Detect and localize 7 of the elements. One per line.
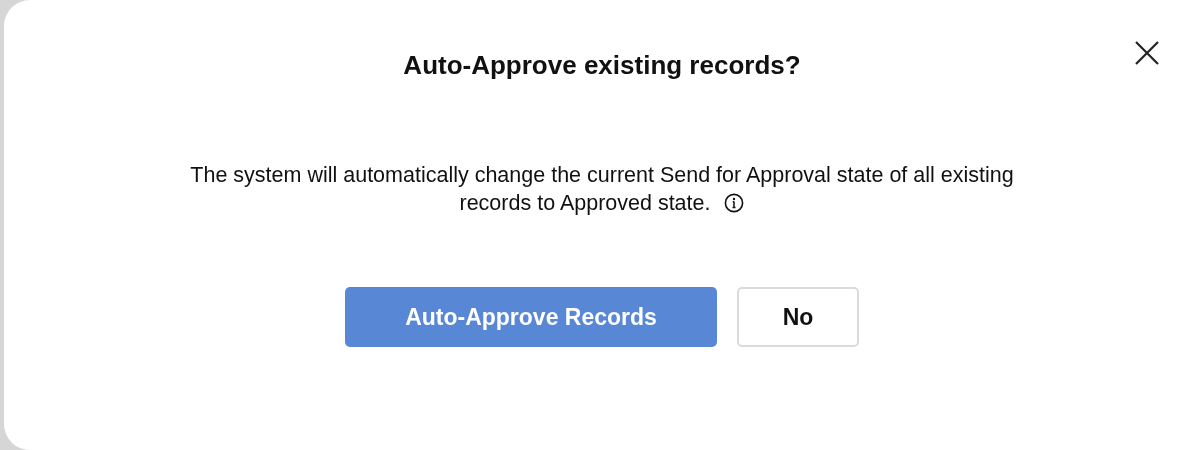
dialog-title: Auto-Approve existing records?	[403, 50, 801, 81]
dialog-message: The system will automatically change the current Send for Approval state of all existing	[190, 163, 1014, 187]
info-icon[interactable]	[724, 193, 745, 213]
close-button[interactable]	[1134, 40, 1160, 66]
dialog-message: records to Approved state.	[459, 191, 711, 215]
confirm-button[interactable]: Auto-Approve Records	[345, 287, 717, 347]
cancel-button[interactable]: No	[737, 287, 859, 347]
